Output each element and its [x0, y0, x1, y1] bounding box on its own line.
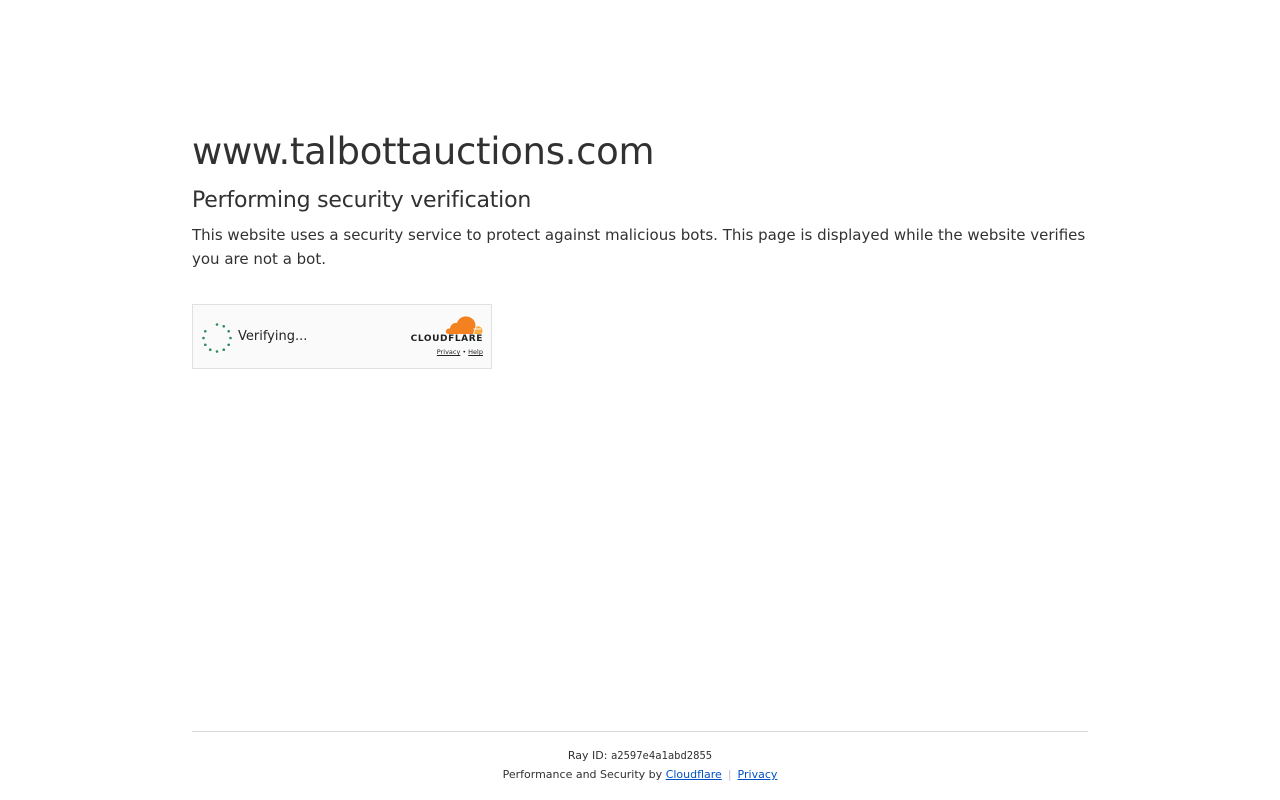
- cloudflare-cloud-icon: [445, 316, 483, 334]
- performance-line: Performance and Security by Cloudflare | P…: [0, 767, 1280, 783]
- footer-separator: |: [727, 768, 732, 781]
- main-content: www.talbottauctions.com Performing secur…: [192, 128, 1088, 271]
- footer-privacy-link[interactable]: Privacy: [738, 768, 778, 781]
- loading-spinner-icon: [202, 323, 232, 353]
- site-domain-title: www.talbottauctions.com: [192, 130, 655, 173]
- cloudflare-link[interactable]: Cloudflare: [666, 768, 722, 781]
- challenge-widget[interactable]: Verifying... CLOUDFLARE Privacy • Help: [192, 304, 492, 369]
- cloudflare-branding: CLOUDFLARE Privacy • Help: [405, 315, 483, 361]
- page: www.talbottauctions.com Performing secur…: [0, 0, 1280, 800]
- widget-privacy-link[interactable]: Privacy: [437, 348, 461, 356]
- verifying-status-text: Verifying...: [238, 329, 308, 344]
- cloudflare-wordmark: CLOUDFLARE: [410, 334, 483, 344]
- ray-id-label: Ray ID:: [567, 749, 608, 762]
- ray-id-line: Ray ID: a2597e4a1abd2855: [0, 748, 1280, 764]
- widget-link-separator: •: [462, 348, 467, 356]
- verification-heading: Performing security verification: [192, 188, 532, 213]
- widget-help-link[interactable]: Help: [468, 348, 483, 356]
- verification-description: This website uses a security service to …: [192, 226, 1086, 268]
- widget-links: Privacy • Help: [437, 348, 483, 356]
- ray-id-value: a2597e4a1abd2855: [610, 750, 713, 762]
- performance-text: Performance and Security by: [502, 768, 663, 781]
- footer-divider: [192, 731, 1088, 732]
